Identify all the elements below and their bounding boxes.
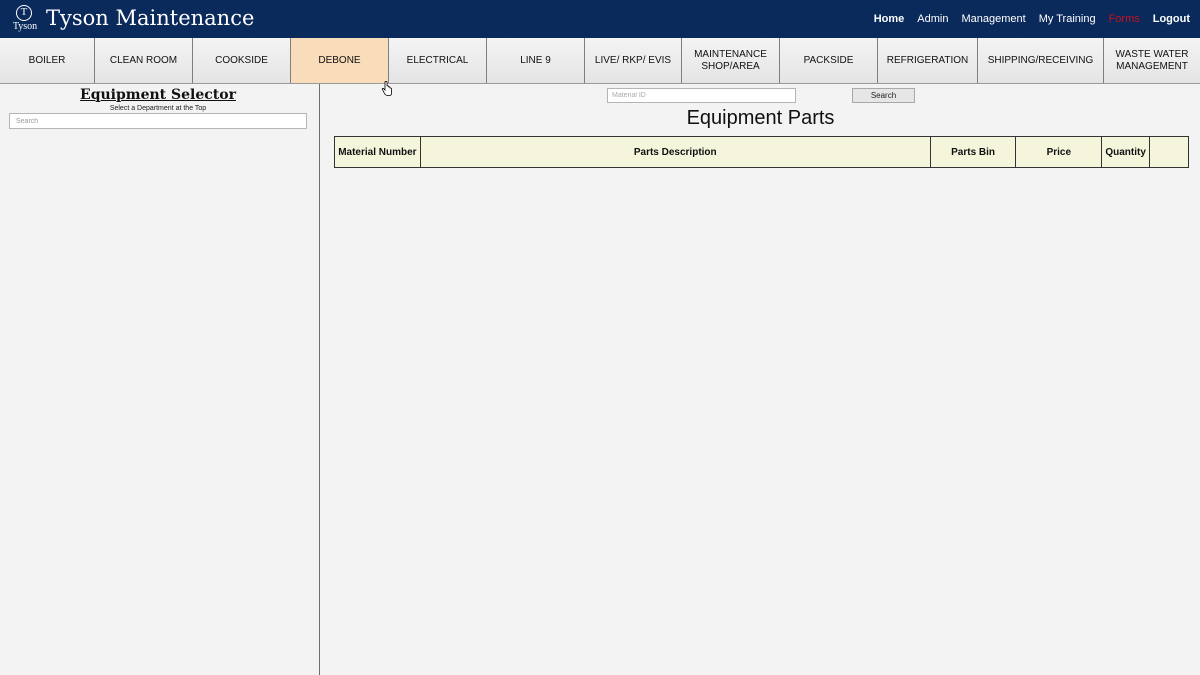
dept-tab-shipping-receiving[interactable]: SHIPPING/RECEIVING [977,38,1103,83]
tyson-logo[interactable]: T Tyson [9,5,41,35]
top-header: T Tyson Tyson Maintenance Home Admin Man… [0,0,1200,38]
logo-word: Tyson [12,21,38,32]
material-id-input[interactable] [607,88,796,103]
search-button[interactable]: Search [852,88,915,103]
nav-logout-link[interactable]: Logout [1153,13,1190,25]
equipment-parts-title: Equipment Parts [686,107,835,129]
nav-forms-link[interactable]: Forms [1109,13,1140,25]
parts-table: Material Number Parts Description Parts … [334,136,1189,168]
col-parts-description: Parts Description [419,136,931,168]
hand-pointer-icon [381,81,392,96]
top-nav: Home Admin Management My Training Forms … [874,0,1190,38]
nav-management-link[interactable]: Management [961,13,1025,25]
dept-tab-cookside[interactable]: COOKSIDE [192,38,290,83]
col-price: Price [1015,136,1103,168]
dept-tab-debone[interactable]: DEBONE [290,38,388,83]
dept-tab-electrical[interactable]: ELECTRICAL [388,38,486,83]
nav-home-link[interactable]: Home [874,13,905,25]
dept-tab-waste-water[interactable]: WASTE WATER MANAGEMENT [1103,38,1200,83]
col-actions [1149,136,1189,168]
dept-tab-live-rkp-evis[interactable]: LIVE/ RKP/ EVIS [584,38,681,83]
app-title: Tyson Maintenance [46,6,255,30]
col-parts-bin: Parts Bin [929,136,1017,168]
nav-my-training-link[interactable]: My Training [1039,13,1096,25]
nav-admin-link[interactable]: Admin [917,13,948,25]
dept-tab-line-9[interactable]: LINE 9 [486,38,584,83]
equipment-selector-title: Equipment Selector [80,87,236,103]
equipment-parts-panel: Search Equipment Parts [321,84,1200,675]
dept-tab-packside[interactable]: PACKSIDE [779,38,877,83]
dept-tab-maintenance-shop[interactable]: MAINTENANCE SHOP/AREA [681,38,779,83]
equipment-search-input[interactable] [9,113,307,129]
dept-tab-clean-room[interactable]: CLEAN ROOM [94,38,192,83]
parts-table-header-row: Material Number Parts Description Parts … [334,136,1189,168]
equipment-selector-panel: Equipment Selector Select a Department a… [0,84,320,675]
dept-tab-refrigeration[interactable]: REFRIGERATION [877,38,977,83]
department-tabs: BOILER CLEAN ROOM COOKSIDE DEBONE ELECTR… [0,38,1200,84]
col-quantity: Quantity [1101,136,1151,168]
col-material-number: Material Number [334,136,421,168]
equipment-selector-subtitle: Select a Department at the Top [109,105,207,112]
dept-tab-boiler[interactable]: BOILER [0,38,94,83]
logo-emblem: T [16,5,32,21]
